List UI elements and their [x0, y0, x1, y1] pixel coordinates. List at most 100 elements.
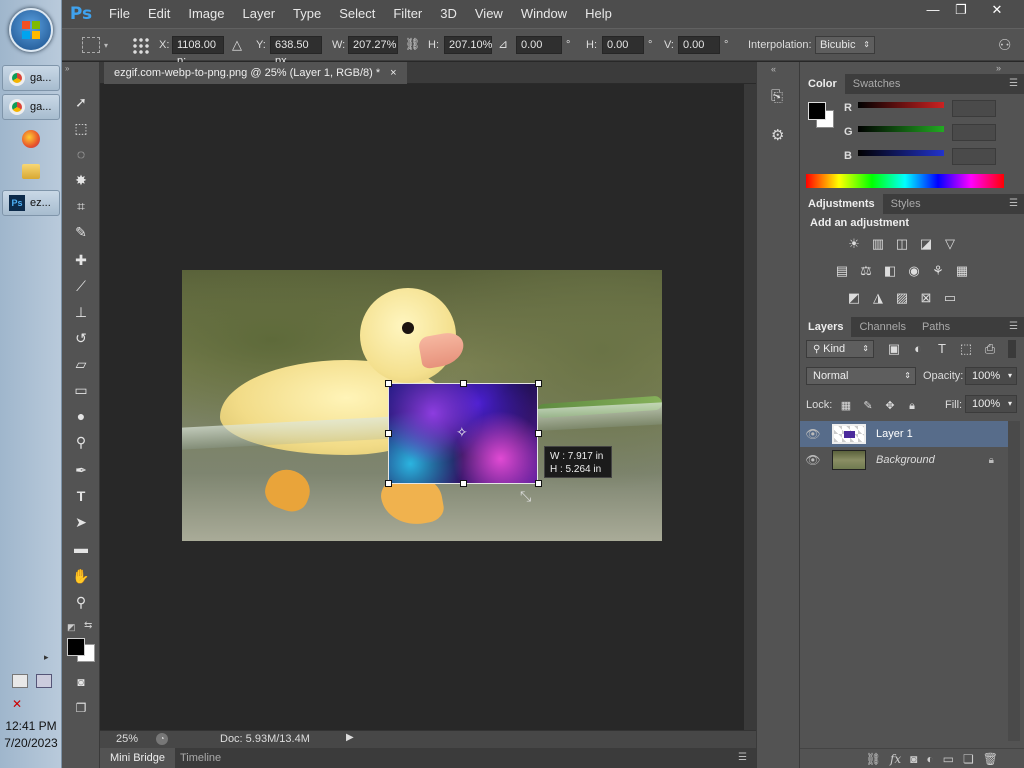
tab-adjustments[interactable]: Adjustments — [800, 194, 883, 214]
vertical-scrollbar[interactable] — [744, 84, 756, 730]
red-slider[interactable] — [858, 102, 944, 108]
curves-icon[interactable]: ◫ — [894, 236, 910, 252]
pen-tool-icon[interactable]: ✒ — [71, 460, 91, 480]
layer-row-layer-1[interactable]: 👁︎ Layer 1 — [800, 421, 1008, 447]
interpolation-select[interactable]: Bicubic ⇕ — [815, 36, 875, 54]
panel-collapse-icon[interactable]: » — [65, 64, 69, 73]
foreground-color-swatch[interactable] — [808, 102, 826, 120]
filter-toggle[interactable] — [1008, 340, 1016, 358]
layers-scrollbar[interactable] — [1008, 421, 1020, 741]
menu-view[interactable]: View — [466, 0, 512, 28]
menu-file[interactable]: File — [100, 0, 139, 28]
quick-mask-icon[interactable]: ◙ — [71, 672, 91, 692]
transform-tool-icon[interactable] — [82, 37, 100, 53]
link-layers-icon[interactable]: ⛓ — [866, 752, 881, 766]
collapse-arrows-icon[interactable]: « — [771, 64, 776, 74]
transform-handle-top-left[interactable] — [385, 380, 392, 387]
blur-tool-icon[interactable]: ● — [71, 406, 91, 426]
lock-transparent-pixels-icon[interactable]: ▦ — [838, 398, 854, 414]
gradient-tool-icon[interactable]: ▭ — [71, 380, 91, 400]
brightness-contrast-icon[interactable]: ☀ — [846, 236, 862, 252]
history-panel-icon[interactable]: ⎘ — [771, 88, 783, 105]
color-lookup-icon[interactable]: ▦ — [954, 263, 970, 279]
relative-position-icon[interactable]: △ — [232, 37, 242, 53]
tab-color[interactable]: Color — [800, 74, 845, 94]
brush-tool-icon[interactable]: ⟋ — [71, 276, 91, 296]
status-menu-arrow-icon[interactable]: ▶ — [346, 732, 354, 743]
photo-filter-icon[interactable]: ◉ — [906, 263, 922, 279]
delete-layer-icon[interactable]: 🗑︎ — [983, 752, 998, 766]
share-icon[interactable]: ◔ — [156, 733, 168, 745]
tab-swatches[interactable]: Swatches — [845, 74, 909, 94]
x-position-field[interactable]: 1108.00 p: — [172, 36, 224, 67]
invert-icon[interactable]: ◩ — [846, 290, 862, 306]
tool-preset-dropdown-icon[interactable]: ▾ — [104, 41, 108, 50]
menu-edit[interactable]: Edit — [139, 0, 179, 28]
visibility-eye-icon[interactable]: 👁︎ — [800, 453, 826, 467]
transform-handle-right[interactable] — [535, 430, 542, 437]
green-slider[interactable] — [858, 126, 944, 132]
y-position-field[interactable]: 638.50 px — [270, 36, 322, 67]
default-colors-icon[interactable]: ◩ — [67, 622, 76, 633]
close-tab-icon[interactable]: × — [390, 62, 396, 84]
transform-handle-bottom-right[interactable] — [535, 480, 542, 487]
hue-saturation-icon[interactable]: ▤ — [834, 263, 850, 279]
filter-adjustment-icon[interactable]: ◐ — [910, 341, 926, 357]
panel-menu-icon[interactable]: ☰ — [1009, 74, 1024, 94]
layer-name[interactable]: Background — [876, 454, 935, 466]
transform-handle-left[interactable] — [385, 430, 392, 437]
tab-timeline[interactable]: Timeline — [180, 748, 221, 768]
black-white-icon[interactable]: ◧ — [882, 263, 898, 279]
gradient-map-icon[interactable]: ▭ — [942, 290, 958, 306]
firefox-icon[interactable] — [22, 130, 40, 148]
panel-menu-icon[interactable]: ☰ — [1009, 317, 1024, 337]
filter-pixel-icon[interactable]: ▣ — [886, 341, 902, 357]
channel-mixer-icon[interactable]: ⚘ — [930, 263, 946, 279]
lock-all-icon[interactable]: 🔒︎ — [904, 398, 920, 414]
properties-panel-icon[interactable]: ⚙ — [771, 126, 784, 144]
vertical-skew-field[interactable]: 0.00 — [678, 36, 720, 54]
dodge-tool-icon[interactable]: ⚲ — [71, 432, 91, 452]
tray-expand-icon[interactable]: ▸ — [44, 652, 49, 663]
clone-stamp-tool-icon[interactable]: ⊥ — [71, 302, 91, 322]
red-value-field[interactable] — [952, 100, 996, 117]
blend-mode-select[interactable]: Normal ⇕ — [806, 367, 916, 385]
transform-handle-top-right[interactable] — [535, 380, 542, 387]
volume-muted-icon[interactable]: ✕ — [12, 697, 26, 711]
layer-style-fx-icon[interactable]: fx — [890, 752, 901, 766]
levels-icon[interactable]: ▥ — [870, 236, 886, 252]
eyedropper-tool-icon[interactable]: ✎ — [71, 222, 91, 242]
blue-value-field[interactable] — [952, 148, 996, 165]
tab-channels[interactable]: Channels — [851, 317, 913, 337]
layer-name[interactable]: Layer 1 — [876, 428, 913, 440]
move-tool-icon[interactable]: ➚ — [71, 92, 91, 112]
filter-smart-object-icon[interactable]: ⎙ — [982, 341, 998, 357]
taskbar-photoshop-window[interactable]: Ps ez... — [2, 190, 60, 216]
rotate-angle-field[interactable]: 0.00 — [516, 36, 562, 54]
color-spectrum-bar[interactable] — [806, 174, 1004, 188]
width-percent-field[interactable]: 207.27% — [348, 36, 398, 54]
transform-handle-top[interactable] — [460, 380, 467, 387]
tab-mini-bridge[interactable]: Mini Bridge — [100, 748, 176, 768]
tab-paths[interactable]: Paths — [914, 317, 958, 337]
new-layer-icon[interactable]: ❏ — [963, 752, 974, 766]
foreground-color-swatch[interactable] — [67, 638, 85, 656]
menu-layer[interactable]: Layer — [234, 0, 285, 28]
menu-3d[interactable]: 3D — [431, 0, 466, 28]
layer-row-background[interactable]: 👁︎ Background 🔒︎ — [800, 447, 1008, 473]
magic-wand-tool-icon[interactable]: ✸ — [71, 170, 91, 190]
blue-slider[interactable] — [858, 150, 944, 156]
action-center-icon[interactable] — [12, 674, 28, 688]
system-clock[interactable]: 12:41 PM 7/20/2023 — [0, 718, 62, 752]
document-tab[interactable]: ezgif.com-webp-to-png.png @ 25% (Layer 1… — [104, 62, 407, 84]
network-icon[interactable] — [36, 674, 52, 688]
panel-collapse-icon[interactable]: » — [996, 63, 1001, 73]
menu-help[interactable]: Help — [576, 0, 621, 28]
horizontal-skew-field[interactable]: 0.00 — [602, 36, 644, 54]
menu-type[interactable]: Type — [284, 0, 330, 28]
menu-select[interactable]: Select — [330, 0, 384, 28]
green-value-field[interactable] — [952, 124, 996, 141]
color-balance-icon[interactable]: ⚖ — [858, 263, 874, 279]
screen-mode-icon[interactable]: ❐ — [71, 698, 91, 718]
threshold-icon[interactable]: ▨ — [894, 290, 910, 306]
